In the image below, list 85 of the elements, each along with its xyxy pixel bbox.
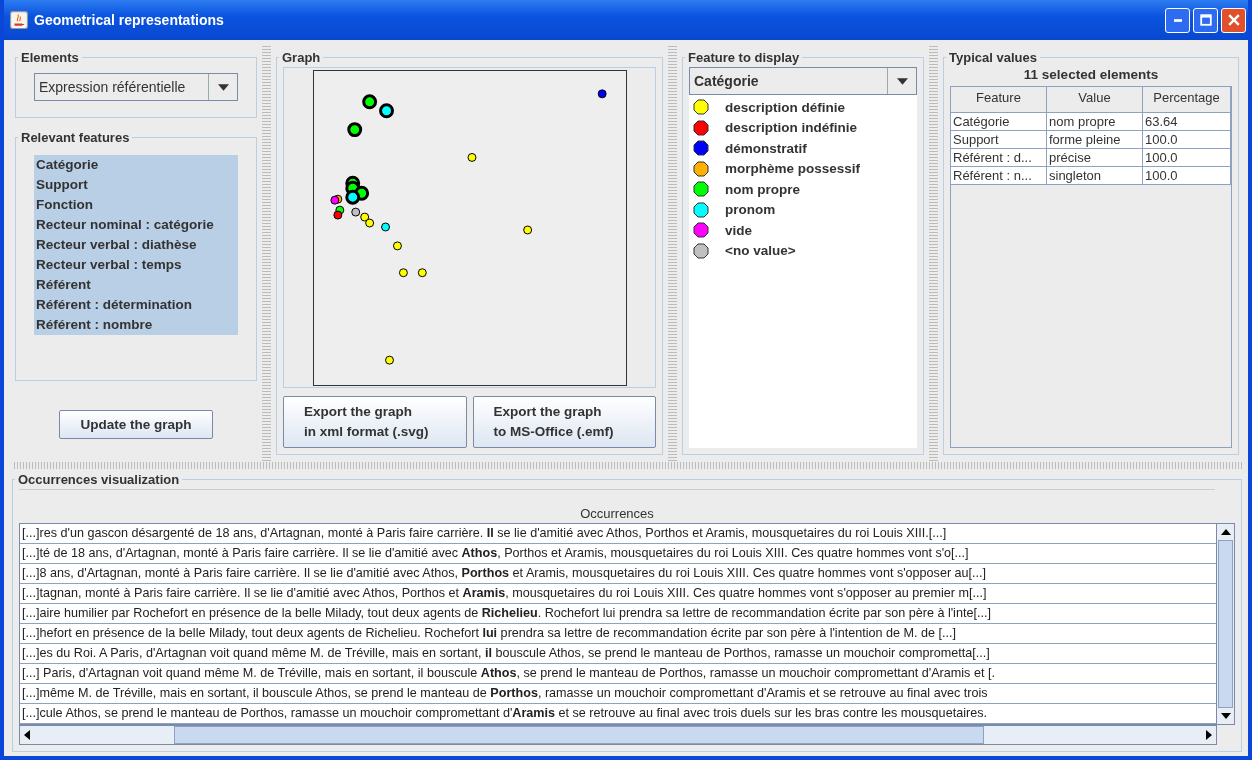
- legend-label: morphème possessif: [725, 161, 861, 177]
- feature-list-item[interactable]: Fonction: [34, 195, 238, 215]
- occurrence-row[interactable]: [...]aire humilier par Rochefort en présence de la belle Milady, tout deux agents de Richelieu. Rochefort lui prendra sa lettre de recommandation écrite par son père à l'inte[...]: [20, 604, 1216, 624]
- feature-dropdown[interactable]: Catégorie: [689, 67, 917, 95]
- group-title: Graph: [281, 50, 322, 65]
- occurrence-row[interactable]: [...]tagnan, monté à Paris faire carrière. Il se lie d'amitié avec Athos, Porthos et Aramis, mousquetaires du roi Louis XIII. Ces quatre hommes vont s'opposer au premier m[...]: [20, 584, 1216, 604]
- up-arrow-icon[interactable]: [1220, 529, 1231, 535]
- table-cell: Support: [951, 131, 1047, 149]
- elements-dropdown[interactable]: Expression référentielle: [34, 73, 238, 101]
- occurrence-row[interactable]: [...]hefort en présence de la belle Milady, tout deux agents de Richelieu. Rochefort lui prendra sa lettre de recommandation écrite par son père à l'intention de M. de [...]: [20, 624, 1216, 644]
- table-cell: 100.0: [1143, 131, 1231, 149]
- data-point[interactable]: [384, 355, 394, 365]
- legend-label: description définie: [725, 99, 846, 115]
- maximize-button[interactable]: [1193, 7, 1218, 33]
- data-point[interactable]: [361, 93, 377, 109]
- data-point[interactable]: [392, 240, 402, 250]
- cup-icon: [10, 11, 28, 29]
- data-point[interactable]: [467, 152, 476, 162]
- data-point[interactable]: [398, 267, 408, 277]
- export-button[interactable]: Export the graph in xml format (.svg): [283, 396, 467, 448]
- close-button[interactable]: [1221, 7, 1246, 33]
- data-point[interactable]: [350, 207, 360, 217]
- close-icon: [1227, 14, 1240, 26]
- table-cell: nom propre: [1047, 113, 1143, 131]
- group-title: Typical values: [948, 50, 1038, 65]
- occurrence-row[interactable]: [...]cule Athos, se prend le manteau de Porthos, ramasse un mouchoir compromettant d'Aramis et se retrouve au final avec trois duels sur les bras contre les mousquetaires.: [20, 704, 1216, 724]
- caret-icon: [896, 77, 908, 85]
- feature-list-item[interactable]: Recteur nominal : catégorie: [34, 215, 238, 235]
- table-cell: Référent : n...: [951, 167, 1047, 185]
- table-cell: 100.0: [1143, 167, 1231, 185]
- data-point[interactable]: [346, 121, 362, 137]
- data-point[interactable]: [378, 102, 394, 118]
- table-cell: forme pleine: [1047, 131, 1143, 149]
- export-button[interactable]: Export the graph to MS-Office (.emf): [472, 396, 656, 448]
- minimize-button[interactable]: [1165, 7, 1190, 33]
- occurrence-row[interactable]: [...]8 ans, d'Artagnan, monté à Paris faire carrière. Il se lie d'amitié avec Athos, Porthos et Aramis, mousquetaires du roi Louis XIII. Ces quatre hommes vont s'opposer au[...]: [20, 564, 1216, 584]
- occurrence-row[interactable]: [...]res d'un gascon désargenté de 18 ans, d'Artagnan, monté à Paris faire carrière. Il se lie d'amitié avec Athos, Porthos et Aramis, mousquetaires du roi Louis XIII.[...]: [20, 524, 1216, 544]
- occurrence-row[interactable]: [...] Paris, d'Artagnan voit quand même M. de Tréville, mais en sortant, il bouscule Athos, se prend le manteau de Porthos, ramasse un mouchoir compromettant d'Aramis et [.: [20, 664, 1216, 684]
- window-title: Geometrical representations: [34, 12, 225, 28]
- vertical-scrollbar[interactable]: [1217, 523, 1235, 725]
- occurrence-row[interactable]: [...]même M. de Tréville, mais en sortant, il bouscule Athos, se prend le manteau de Porthos, ramasse un mouchoir compromettant d'Aramis et se retrouve au final avec trois: [20, 684, 1216, 704]
- feature-list-item[interactable]: Support: [34, 175, 238, 195]
- data-point[interactable]: [364, 218, 374, 227]
- legend-label: vide: [725, 222, 752, 238]
- selection-count: 11 selected elements: [1022, 67, 1160, 82]
- group-title: Elements: [20, 50, 80, 65]
- group-title: Occurrences visualization: [17, 472, 181, 487]
- feature-list-item[interactable]: Catégorie: [34, 155, 238, 175]
- group-title: Feature to display: [687, 50, 801, 65]
- minimize-icon: [1173, 18, 1182, 22]
- data-point[interactable]: [417, 267, 427, 277]
- feature-list-item[interactable]: Référent : détermination: [34, 295, 238, 315]
- legend-label: <no value>: [725, 243, 796, 259]
- legend-label: pronom: [725, 202, 776, 218]
- right-arrow-icon[interactable]: [1206, 730, 1212, 740]
- legend-label: description indéfinie: [725, 120, 857, 136]
- feature-list-item[interactable]: Référent : nombre: [34, 315, 238, 335]
- table-cell: singleton: [1047, 167, 1143, 185]
- feature-list-item[interactable]: Référent: [34, 275, 238, 295]
- table-cell: 100.0: [1143, 149, 1231, 167]
- down-arrow-icon[interactable]: [1220, 713, 1231, 719]
- occurrence-row[interactable]: [...]té de 18 ans, d'Artagnan, monté à Paris faire carrière. Il se lie d'amitié avec Athos, Porthos et Aramis, mousquetaires du roi Louis XIII. Ces quatre hommes vont s'o[...]: [20, 544, 1216, 564]
- data-point[interactable]: [332, 210, 342, 220]
- caret-icon: [217, 83, 229, 91]
- feature-list-item[interactable]: Recteur verbal : diathèse: [34, 235, 238, 255]
- data-point[interactable]: [359, 212, 369, 222]
- group-title: Relevant features: [20, 130, 131, 145]
- update-graph-button[interactable]: Update the graph: [59, 409, 213, 439]
- left-arrow-icon[interactable]: [24, 730, 30, 740]
- maximize-icon: [1199, 14, 1212, 26]
- table-cell: Référent : d...: [951, 149, 1047, 167]
- occurrence-row[interactable]: [...]es du Roi. A Paris, d'Artagnan voit quand même M. de Tréville, mais en sortant, il bouscule Athos, se prend le manteau de Porthos, ramasse un mouchoir comprometta[...]: [20, 644, 1216, 664]
- feature-list-item[interactable]: Recteur verbal : temps: [34, 255, 238, 275]
- data-point[interactable]: [344, 189, 360, 205]
- data-point[interactable]: [597, 88, 607, 98]
- column-header[interactable]: Occurrences: [19, 489, 1215, 523]
- table-cell: 63.64: [1143, 113, 1231, 131]
- table-cell: Catégorie: [951, 113, 1047, 131]
- legend-label: nom propre: [725, 181, 800, 197]
- data-point[interactable]: [329, 195, 339, 205]
- data-point[interactable]: [380, 222, 390, 231]
- legend-label: démonstratif: [725, 140, 807, 156]
- horizontal-scrollbar[interactable]: [19, 725, 1217, 745]
- data-point[interactable]: [522, 225, 532, 234]
- table-cell: précise: [1047, 149, 1143, 167]
